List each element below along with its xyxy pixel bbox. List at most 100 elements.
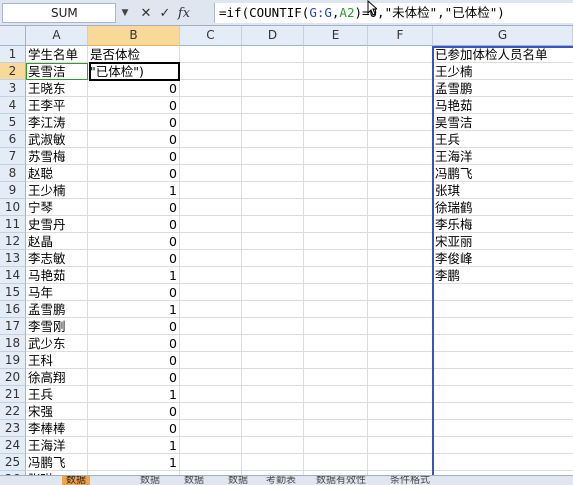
cell-b17[interactable]: 0 bbox=[88, 318, 180, 335]
cell-a2[interactable]: 吴雪洁 bbox=[26, 63, 88, 80]
cell-b9[interactable]: 1 bbox=[88, 182, 180, 199]
row-header-15[interactable]: 15 bbox=[0, 284, 26, 301]
cell-b15[interactable]: 0 bbox=[88, 284, 180, 301]
cell-b5[interactable]: 0 bbox=[88, 114, 180, 131]
insert-function-icon[interactable]: fx bbox=[176, 6, 192, 21]
row-header-24[interactable]: 24 bbox=[0, 437, 26, 454]
cell-a11[interactable]: 史雪丹 bbox=[26, 216, 88, 233]
row-header-11[interactable]: 11 bbox=[0, 216, 26, 233]
row-header-14[interactable]: 14 bbox=[0, 267, 26, 284]
row-header-9[interactable]: 9 bbox=[0, 182, 26, 199]
row-header-20[interactable]: 20 bbox=[0, 369, 26, 386]
cell-a20[interactable]: 徐高翔 bbox=[26, 369, 88, 386]
cell-a18[interactable]: 武少东 bbox=[26, 335, 88, 352]
cell-b24[interactable]: 1 bbox=[88, 437, 180, 454]
row-header-7[interactable]: 7 bbox=[0, 148, 26, 165]
cell-a19[interactable]: 王科 bbox=[26, 352, 88, 369]
cell-a25[interactable]: 冯鹏飞 bbox=[26, 454, 88, 471]
sheet-tab[interactable]: 数据 bbox=[228, 476, 248, 485]
column-gridline bbox=[241, 46, 242, 485]
row-header-25[interactable]: 25 bbox=[0, 454, 26, 471]
cell-a22[interactable]: 宋强 bbox=[26, 403, 88, 420]
cell-b25[interactable]: 1 bbox=[88, 454, 180, 471]
row-header-22[interactable]: 22 bbox=[0, 403, 26, 420]
cell-b23[interactable]: 0 bbox=[88, 420, 180, 437]
cell-a1[interactable]: 学生名单 bbox=[26, 46, 88, 63]
cell-a7[interactable]: 苏雪梅 bbox=[26, 148, 88, 165]
cell-b16[interactable]: 1 bbox=[88, 301, 180, 318]
row-header-17[interactable]: 17 bbox=[0, 318, 26, 335]
cell-b14[interactable]: 1 bbox=[88, 267, 180, 284]
cell-a8[interactable]: 赵聪 bbox=[26, 165, 88, 182]
sheet-tab[interactable]: 数据 bbox=[184, 476, 204, 485]
row-header-16[interactable]: 16 bbox=[0, 301, 26, 318]
row-header-10[interactable]: 10 bbox=[0, 199, 26, 216]
row-header-19[interactable]: 19 bbox=[0, 352, 26, 369]
row-header-2[interactable]: 2 bbox=[0, 63, 26, 80]
row-header-8[interactable]: 8 bbox=[0, 165, 26, 182]
column-header-a[interactable]: A bbox=[26, 26, 88, 46]
formula-input[interactable]: =if(COUNTIF(G:G,A2)=0,"未体检","已体检") bbox=[214, 3, 573, 23]
cell-a13[interactable]: 李志敏 bbox=[26, 250, 88, 267]
cell-b2-editor[interactable]: "已体检") bbox=[88, 63, 180, 80]
cell-b18[interactable]: 0 bbox=[88, 335, 180, 352]
cell-b21[interactable]: 1 bbox=[88, 386, 180, 403]
row-header-12[interactable]: 12 bbox=[0, 233, 26, 250]
cell-a3[interactable]: 王晓东 bbox=[26, 80, 88, 97]
cell-b11[interactable]: 0 bbox=[88, 216, 180, 233]
formula-reference: G:G bbox=[309, 5, 332, 20]
cell-b8[interactable]: 0 bbox=[88, 165, 180, 182]
row-header-5[interactable]: 5 bbox=[0, 114, 26, 131]
select-all-corner[interactable] bbox=[0, 26, 26, 46]
cell-b20[interactable]: 0 bbox=[88, 369, 180, 386]
column-header-b[interactable]: B bbox=[88, 26, 180, 46]
row-header-23[interactable]: 23 bbox=[0, 420, 26, 437]
cancel-icon[interactable]: ✕ bbox=[138, 6, 154, 21]
name-box[interactable]: SUM bbox=[2, 3, 116, 23]
sheet-tab[interactable]: 数据 bbox=[140, 476, 160, 485]
row-header-18[interactable]: 18 bbox=[0, 335, 26, 352]
cell-b10[interactable]: 0 bbox=[88, 199, 180, 216]
cell-b6[interactable]: 0 bbox=[88, 131, 180, 148]
cell-a5[interactable]: 李江涛 bbox=[26, 114, 88, 131]
column-header-f[interactable]: F bbox=[368, 26, 433, 46]
formula-reference: A2 bbox=[339, 5, 355, 20]
cell-a9[interactable]: 王少楠 bbox=[26, 182, 88, 199]
cell-b19[interactable]: 0 bbox=[88, 352, 180, 369]
row-header-4[interactable]: 4 bbox=[0, 97, 26, 114]
column-header-d[interactable]: D bbox=[242, 26, 304, 46]
row-header-21[interactable]: 21 bbox=[0, 386, 26, 403]
sheet-tab[interactable]: 条件格式 bbox=[390, 476, 430, 485]
cell-b12[interactable]: 0 bbox=[88, 233, 180, 250]
cell-b4[interactable]: 0 bbox=[88, 97, 180, 114]
cell-a24[interactable]: 王海洋 bbox=[26, 437, 88, 454]
cell-b3[interactable]: 0 bbox=[88, 80, 180, 97]
cell-a15[interactable]: 马年 bbox=[26, 284, 88, 301]
cell-a23[interactable]: 李棒棒 bbox=[26, 420, 88, 437]
sheet-tab[interactable]: 数据 bbox=[62, 476, 90, 485]
cell-a16[interactable]: 孟雪鹏 bbox=[26, 301, 88, 318]
spreadsheet-grid[interactable]: A B C D E F G 1 2 3 4 5 6 7 8 9 10 11 12 13 14 15 16 17 18 19 20 21… bbox=[0, 26, 573, 485]
cell-b7[interactable]: 0 bbox=[88, 148, 180, 165]
sheet-tab[interactable]: 数据有效性 bbox=[316, 476, 366, 485]
row-header-6[interactable]: 6 bbox=[0, 131, 26, 148]
cell-b13[interactable]: 0 bbox=[88, 250, 180, 267]
cell-b22[interactable]: 0 bbox=[88, 403, 180, 420]
column-header-c[interactable]: C bbox=[180, 26, 242, 46]
column-header-e[interactable]: E bbox=[304, 26, 368, 46]
name-box-dropdown-icon[interactable]: ▼ bbox=[118, 3, 132, 23]
cell-b1[interactable]: 是否体检 bbox=[88, 46, 180, 63]
row-header-1[interactable]: 1 bbox=[0, 46, 26, 63]
cell-a10[interactable]: 宁琴 bbox=[26, 199, 88, 216]
cell-a6[interactable]: 武淑敏 bbox=[26, 131, 88, 148]
check-icon[interactable]: ✓ bbox=[157, 6, 173, 21]
cell-a4[interactable]: 王李平 bbox=[26, 97, 88, 114]
row-header-3[interactable]: 3 bbox=[0, 80, 26, 97]
row-header-13[interactable]: 13 bbox=[0, 250, 26, 267]
column-header-g[interactable]: G bbox=[433, 26, 573, 46]
sheet-tab[interactable]: 考勤表 bbox=[266, 476, 296, 485]
cell-a14[interactable]: 马艳茹 bbox=[26, 267, 88, 284]
cell-a21[interactable]: 王兵 bbox=[26, 386, 88, 403]
cell-a17[interactable]: 李雪刚 bbox=[26, 318, 88, 335]
cell-a12[interactable]: 赵晶 bbox=[26, 233, 88, 250]
